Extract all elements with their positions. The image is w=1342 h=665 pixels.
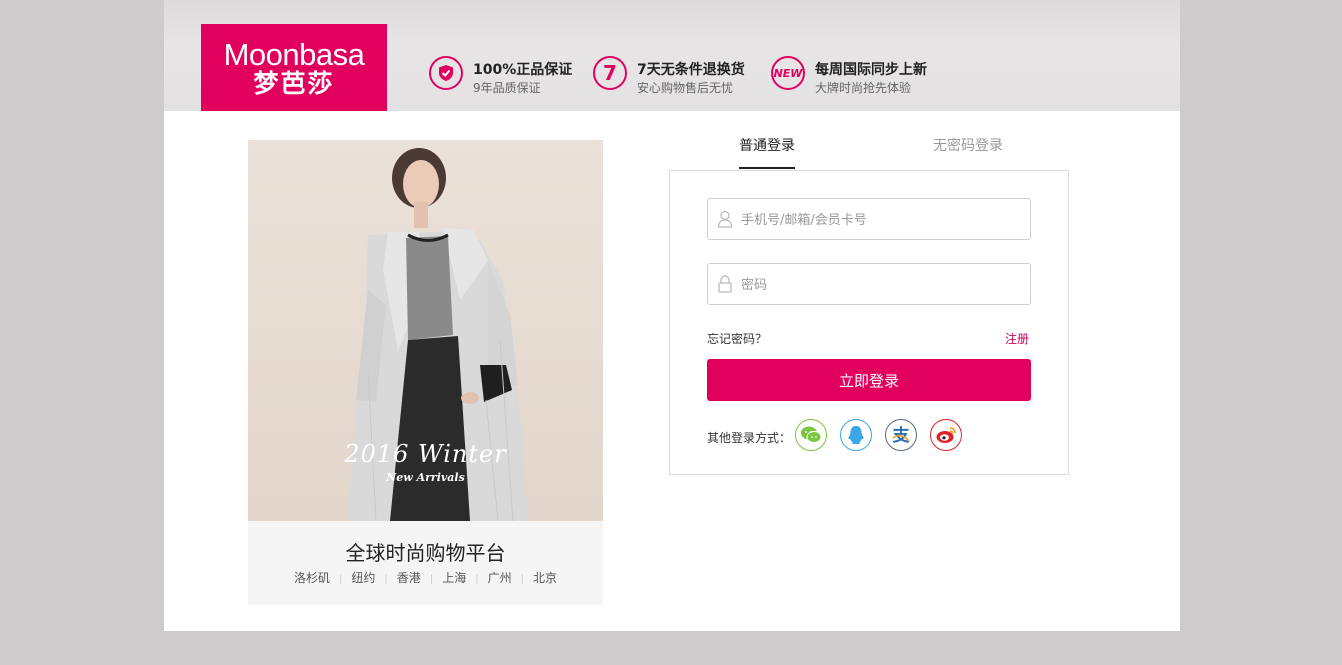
form-links: 忘记密码？ 注册: [707, 330, 1031, 350]
user-icon: [717, 210, 733, 228]
tab-passwordless-login[interactable]: 无密码登录: [933, 135, 1003, 167]
register-link[interactable]: 注册: [1005, 330, 1029, 347]
feature-subtitle: 9年品质保证: [473, 81, 541, 95]
wechat-icon[interactable]: [795, 419, 827, 451]
feature-title: 7天无条件退换货: [637, 62, 745, 78]
promo-overlay-title: 2016 Winter: [344, 440, 507, 468]
promo-photo: 2016 Winter New Arrivals: [248, 140, 603, 521]
account-field[interactable]: [707, 198, 1031, 241]
qq-icon[interactable]: [840, 419, 872, 451]
feature-subtitle: 安心购物售后无忧: [637, 81, 734, 95]
promo-title: 全球时尚购物平台: [345, 541, 506, 565]
weibo-icon[interactable]: [930, 419, 962, 451]
city-item: 上海: [442, 571, 467, 585]
account-input[interactable]: [739, 199, 1023, 241]
social-login-label: 其他登录方式：: [707, 431, 792, 445]
tab-normal-login[interactable]: 普通登录: [739, 135, 795, 169]
login-panel: 2016 Winter New Arrivals 全球时尚购物平台 洛杉矶 | 纽约…: [164, 111, 1180, 631]
city-item: 北京: [532, 571, 557, 585]
city-item: 纽约: [351, 571, 376, 585]
login-form: 忘记密码？ 注册 立即登录 其他登录方式： 支: [669, 170, 1069, 475]
lock-icon: [718, 275, 732, 293]
seven-days-icon: 7: [593, 56, 627, 90]
city-item: 香港: [396, 571, 421, 585]
feature-title: 每周国际同步上新: [815, 62, 927, 78]
brand-name-cn: 梦芭莎: [253, 69, 335, 98]
alipay-icon[interactable]: 支: [885, 419, 917, 451]
city-list: 洛杉矶 | 纽约 | 香港 | 上海 | 广州 | 北京: [248, 569, 603, 586]
brand-logo[interactable]: Moonbasa 梦芭莎: [201, 24, 387, 111]
city-item: 广州: [487, 571, 512, 585]
promo-overlay-subtitle: New Arrivals: [386, 471, 465, 484]
password-field[interactable]: [707, 263, 1031, 306]
login-tabs: 普通登录 无密码登录: [669, 131, 1069, 171]
social-login: 其他登录方式： 支: [707, 419, 1031, 453]
city-item: 洛杉矶: [294, 571, 331, 585]
new-badge-text: NEW: [773, 66, 803, 80]
feature-title: 100%正品保证: [473, 62, 573, 78]
shield-check-icon: [429, 56, 463, 90]
feature-subtitle: 大牌时尚抢先体验: [815, 81, 912, 95]
brand-name-en: Moonbasa: [223, 37, 365, 72]
forgot-password-link[interactable]: 忘记密码？: [707, 330, 767, 347]
new-badge-icon: NEW: [771, 56, 805, 90]
seven-days-badge: 7: [603, 61, 617, 85]
login-button[interactable]: 立即登录: [707, 359, 1031, 401]
promo-banner[interactable]: 2016 Winter New Arrivals 全球时尚购物平台 洛杉矶 | 纽约…: [248, 140, 603, 605]
password-input[interactable]: [739, 264, 1023, 306]
